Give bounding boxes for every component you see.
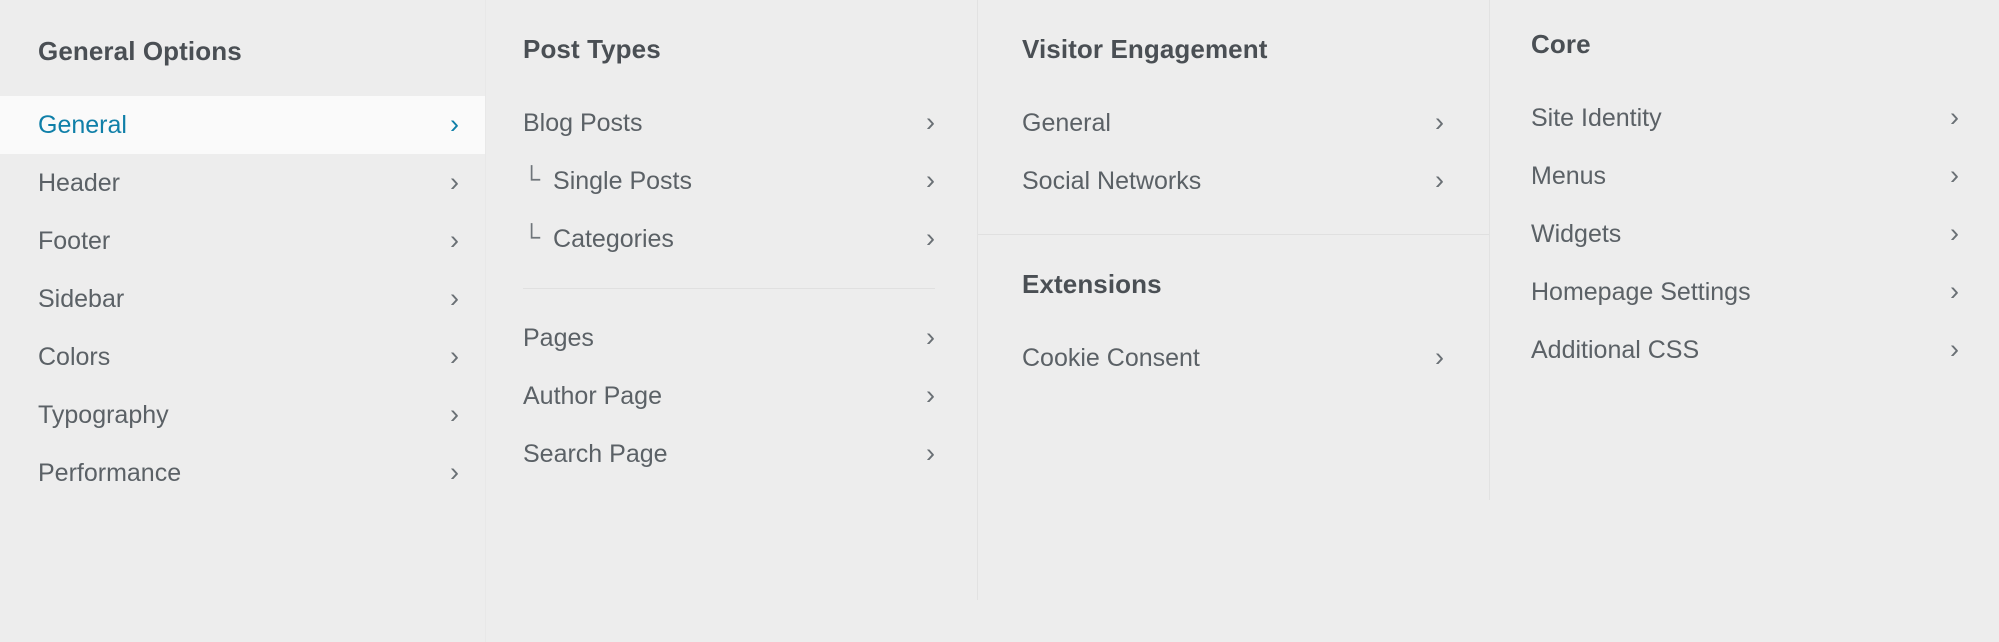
chevron-right-icon: › — [450, 398, 459, 429]
menu-list-core: Site Identity › Menus › Widgets › Homepa… — [1489, 89, 1999, 379]
menu-item-social-networks[interactable]: Social Networks › — [977, 152, 1489, 210]
menu-item-site-identity[interactable]: Site Identity › — [1489, 89, 1999, 147]
tree-branch-icon: └ — [523, 223, 541, 251]
menu-item-label: Widgets — [1531, 219, 1622, 248]
menu-list-post-types: Blog Posts › └ Single Posts › └ Categori… — [485, 94, 977, 483]
section-divider — [523, 288, 935, 289]
chevron-right-icon: › — [1950, 101, 1959, 132]
chevron-right-icon: › — [450, 340, 459, 371]
chevron-right-icon: › — [1950, 159, 1959, 190]
chevron-right-icon: › — [450, 456, 459, 487]
menu-item-label: Typography — [38, 400, 169, 429]
menu-item-search-page[interactable]: Search Page › — [485, 425, 977, 483]
chevron-right-icon: › — [926, 222, 935, 253]
section-heading-post-types: Post Types — [523, 34, 661, 64]
column-divider — [485, 0, 486, 642]
chevron-right-icon: › — [450, 224, 459, 255]
chevron-right-icon: › — [450, 166, 459, 197]
menu-item-label: Homepage Settings — [1531, 277, 1751, 306]
chevron-right-icon: › — [926, 379, 935, 410]
menu-item-label: Cookie Consent — [1022, 343, 1200, 372]
chevron-right-icon: › — [1950, 217, 1959, 248]
chevron-right-icon: › — [450, 282, 459, 313]
column-visitor-engagement: Visitor Engagement General › Social Netw… — [977, 0, 1489, 642]
chevron-right-icon: › — [1950, 333, 1959, 364]
chevron-right-icon: › — [1435, 106, 1444, 137]
menu-item-footer[interactable]: Footer › — [0, 212, 485, 270]
menu-item-label: Categories — [553, 224, 674, 253]
menu-item-label: Colors — [38, 342, 111, 371]
menu-item-label: Search Page — [523, 439, 668, 468]
customizer-panel-grid: General Options General › Header › Foote… — [0, 0, 1999, 642]
chevron-right-icon: › — [450, 108, 459, 139]
menu-item-author-page[interactable]: Author Page › — [485, 367, 977, 425]
menu-list-visitor-engagement: General › Social Networks › — [977, 94, 1489, 210]
menu-item-label: Social Networks — [1022, 166, 1202, 195]
chevron-right-icon: › — [926, 164, 935, 195]
menu-item-blog-posts[interactable]: Blog Posts › — [485, 94, 977, 152]
column-divider — [977, 0, 978, 600]
menu-item-menus[interactable]: Menus › — [1489, 147, 1999, 205]
menu-item-label: Single Posts — [553, 166, 692, 195]
menu-item-homepage-settings[interactable]: Homepage Settings › — [1489, 263, 1999, 321]
chevron-right-icon: › — [926, 437, 935, 468]
column-general-options: General Options General › Header › Foote… — [0, 0, 485, 642]
menu-item-label: General — [38, 110, 127, 139]
menu-item-widgets[interactable]: Widgets › — [1489, 205, 1999, 263]
chevron-right-icon: › — [1435, 341, 1444, 372]
menu-item-label: Additional CSS — [1531, 335, 1700, 364]
menu-item-label: Pages — [523, 323, 594, 352]
menu-item-label: Sidebar — [38, 284, 125, 313]
column-divider — [1489, 0, 1490, 500]
section-heading-visitor-engagement: Visitor Engagement — [1022, 34, 1268, 64]
menu-list-general-options: General › Header › Footer › Sidebar › Co… — [0, 96, 485, 502]
menu-item-label: Site Identity — [1531, 103, 1662, 132]
menu-item-single-posts[interactable]: └ Single Posts › — [485, 152, 977, 210]
menu-item-categories[interactable]: └ Categories › — [485, 210, 977, 268]
chevron-right-icon: › — [1435, 164, 1444, 195]
tree-branch-icon: └ — [523, 165, 541, 193]
column-post-types: Post Types Blog Posts › └ Single Posts ›… — [485, 0, 977, 642]
menu-item-additional-css[interactable]: Additional CSS › — [1489, 321, 1999, 379]
chevron-right-icon: › — [1950, 275, 1959, 306]
menu-item-typography[interactable]: Typography › — [0, 386, 485, 444]
column-core: Core Site Identity › Menus › Widgets › H… — [1489, 0, 1999, 642]
menu-item-label: Header — [38, 168, 120, 197]
menu-item-colors[interactable]: Colors › — [0, 328, 485, 386]
menu-item-label: Footer — [38, 226, 111, 255]
menu-item-label: Menus — [1531, 161, 1607, 190]
section-heading-core: Core — [1531, 29, 1591, 59]
menu-item-header[interactable]: Header › — [0, 154, 485, 212]
menu-item-pages[interactable]: Pages › — [485, 309, 977, 367]
menu-item-general[interactable]: General › — [0, 96, 485, 154]
menu-item-label: General — [1022, 108, 1111, 137]
menu-item-label: Blog Posts — [523, 108, 643, 137]
section-heading-general-options: General Options — [38, 36, 242, 66]
chevron-right-icon: › — [926, 321, 935, 352]
menu-item-sidebar[interactable]: Sidebar › — [0, 270, 485, 328]
menu-item-label: Author Page — [523, 381, 662, 410]
chevron-right-icon: › — [926, 106, 935, 137]
section-heading-extensions: Extensions — [1022, 269, 1162, 299]
menu-list-extensions: Cookie Consent › — [977, 329, 1489, 387]
menu-item-label: Performance — [38, 458, 182, 487]
menu-item-performance[interactable]: Performance › — [0, 444, 485, 502]
menu-item-visitor-general[interactable]: General › — [977, 94, 1489, 152]
menu-item-cookie-consent[interactable]: Cookie Consent › — [977, 329, 1489, 387]
